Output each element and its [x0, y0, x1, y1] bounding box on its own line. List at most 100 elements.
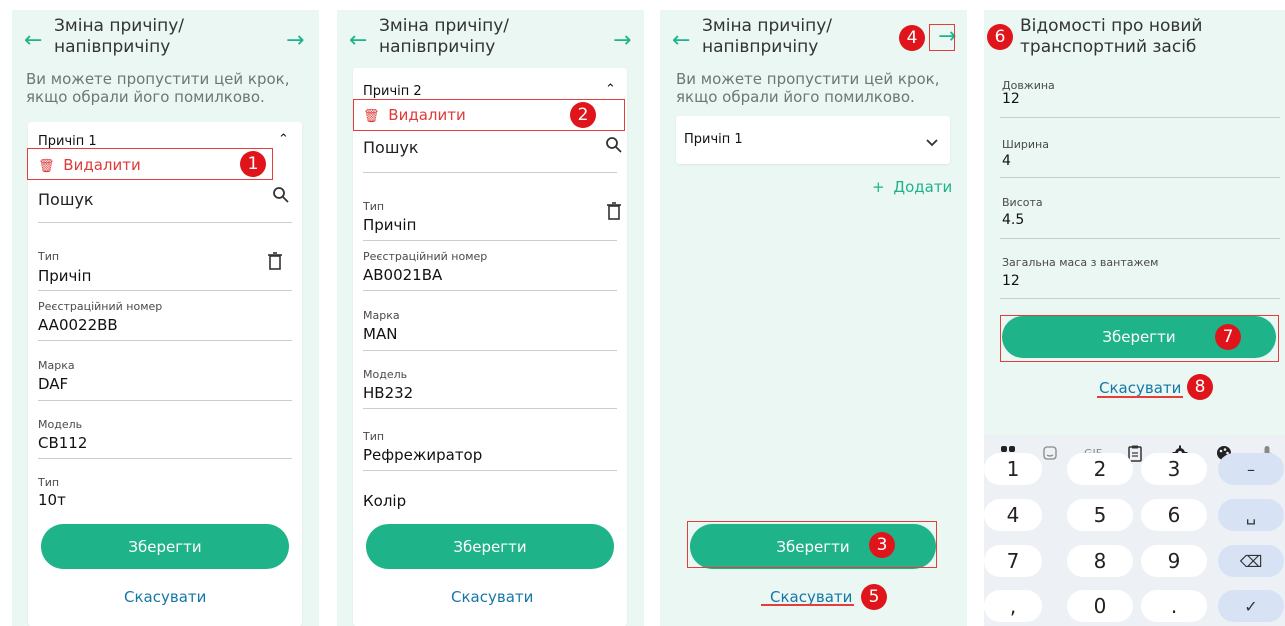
divider: [38, 222, 292, 223]
back-arrow-icon[interactable]: ←: [672, 30, 690, 52]
divider: [38, 290, 292, 291]
underline-mark: [761, 604, 854, 606]
step-badge: 8: [1187, 374, 1213, 400]
field-value[interactable]: AA0022BB: [38, 316, 118, 334]
field-label: Марка: [363, 309, 400, 322]
key-dot[interactable]: .: [1141, 590, 1207, 622]
skip-hint: Ви можете пропустити цей крок, якщо обра…: [676, 70, 940, 106]
chevron-down-icon[interactable]: [926, 132, 938, 151]
forward-arrow-icon[interactable]: →: [613, 30, 631, 52]
key-4[interactable]: 4: [984, 499, 1042, 531]
field-label: Реєстраційний номер: [363, 250, 488, 263]
search-input[interactable]: Пошук: [363, 138, 419, 157]
field-label: Тип: [363, 430, 385, 443]
key-6[interactable]: 6: [1141, 499, 1207, 531]
field-value[interactable]: CB112: [38, 434, 87, 452]
forward-arrow-icon[interactable]: →: [286, 30, 304, 52]
divider: [363, 408, 617, 409]
field-value[interactable]: Причіп: [38, 267, 91, 285]
cancel-link[interactable]: Скасувати: [1099, 379, 1181, 397]
length-field[interactable]: 12: [1002, 91, 1020, 107]
plus-icon: +: [872, 178, 885, 196]
add-trailer-button[interactable]: + Додати: [872, 178, 952, 196]
field-label: Тип: [38, 250, 60, 263]
search-icon[interactable]: [272, 186, 290, 208]
field-value[interactable]: 10т: [38, 491, 66, 509]
highlight-box: [27, 148, 273, 180]
color-field[interactable]: Колір: [363, 492, 406, 510]
trailer-title: Причіп 2: [363, 84, 422, 99]
search-icon[interactable]: [605, 136, 623, 158]
field-value[interactable]: Причіп: [363, 216, 416, 234]
key-space[interactable]: ␣: [1218, 499, 1284, 531]
divider: [363, 290, 617, 291]
divider: [1000, 238, 1280, 239]
field-label: Модель: [38, 418, 83, 431]
divider: [1000, 177, 1280, 178]
field-value[interactable]: DAF: [38, 375, 68, 393]
key-5[interactable]: 5: [1067, 499, 1133, 531]
field-value[interactable]: MAN: [363, 325, 397, 343]
field-label: Тип: [363, 200, 385, 213]
screen-1: ← Зміна причіпу/ напівпричіпу → Ви может…: [12, 10, 319, 626]
page-title: Відомості про новий транспортний засіб: [1020, 16, 1203, 57]
step-badge: 2: [570, 102, 596, 128]
add-label: Додати: [893, 178, 953, 196]
field-value[interactable]: AB0021BA: [363, 266, 442, 284]
step-badge: 6: [987, 24, 1013, 50]
field-label: Висота: [1002, 196, 1043, 209]
key-0[interactable]: 0: [1067, 590, 1133, 622]
width-field[interactable]: 4: [1002, 153, 1011, 169]
trailer-title: Причіп 1: [684, 132, 743, 147]
field-label: Реєстраційний номер: [38, 300, 163, 313]
back-arrow-icon[interactable]: ←: [349, 30, 367, 52]
gross-weight-field[interactable]: 12: [1002, 273, 1020, 289]
divider: [1000, 298, 1280, 299]
key-1[interactable]: 1: [984, 453, 1042, 485]
field-value[interactable]: HB232: [363, 384, 413, 402]
trash-icon[interactable]: [268, 252, 282, 274]
cancel-link[interactable]: Скасувати: [124, 588, 206, 606]
field-label: Тип: [38, 476, 60, 489]
search-input[interactable]: Пошук: [38, 190, 94, 209]
sticker-icon[interactable]: [1042, 445, 1058, 465]
key-7[interactable]: 7: [984, 545, 1042, 577]
highlight-box: [929, 24, 955, 51]
underline-mark: [1097, 396, 1183, 398]
key-backspace[interactable]: ⌫: [1218, 545, 1284, 577]
key-8[interactable]: 8: [1067, 545, 1133, 577]
step-badge: 3: [869, 532, 895, 558]
divider: [38, 458, 292, 459]
trailer-collapsed-card[interactable]: Причіп 1: [676, 116, 950, 164]
trash-icon[interactable]: [607, 202, 621, 224]
divider: [38, 400, 292, 401]
step-badge: 1: [240, 151, 266, 177]
highlight-box: [687, 521, 937, 568]
chevron-up-icon[interactable]: ⌃: [278, 132, 289, 147]
field-label: Модель: [363, 368, 408, 381]
field-label: Загальна маса з вантажем: [1002, 256, 1159, 269]
skip-hint: Ви можете пропустити цей крок, якщо обра…: [26, 70, 290, 106]
divider: [38, 340, 292, 341]
page-title: Зміна причіпу/ напівпричіпу: [702, 16, 833, 57]
divider: [1000, 117, 1280, 118]
save-button[interactable]: Зберегти: [366, 524, 614, 569]
field-label: Ширина: [1002, 138, 1049, 151]
divider: [363, 240, 617, 241]
trailer-title: Причіп 1: [38, 134, 97, 149]
divider: [363, 350, 617, 351]
numeric-keyboard: GIF 1 2 3 – 4 5 6 ␣ 7 8 9 ⌫ , 0 . ✓: [984, 435, 1285, 626]
back-arrow-icon[interactable]: ←: [24, 30, 42, 52]
save-button[interactable]: Зберегти: [41, 524, 289, 569]
key-2[interactable]: 2: [1067, 453, 1133, 485]
key-9[interactable]: 9: [1141, 545, 1207, 577]
key-3[interactable]: 3: [1141, 453, 1207, 485]
height-field[interactable]: 4.5: [1002, 212, 1024, 228]
field-value[interactable]: Рефрежиратор: [363, 446, 482, 464]
key-minus[interactable]: –: [1218, 453, 1284, 485]
chevron-up-icon[interactable]: ⌃: [605, 82, 616, 97]
cancel-link[interactable]: Скасувати: [451, 588, 533, 606]
page-title: Зміна причіпу/ напівпричіпу: [54, 16, 185, 57]
key-comma[interactable]: ,: [984, 590, 1042, 622]
key-confirm[interactable]: ✓: [1218, 590, 1284, 622]
